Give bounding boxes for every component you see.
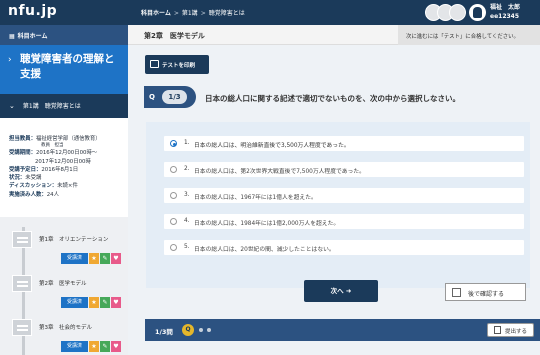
radio-icon[interactable] <box>170 192 177 199</box>
period-label: 受講期間： <box>9 150 36 157</box>
schedule-label: 受講予定日： <box>9 166 42 173</box>
radio-selected-icon[interactable] <box>170 140 177 147</box>
status-label: 状況： <box>9 175 26 182</box>
students-value: 24人 <box>46 191 60 198</box>
option-number: 3. <box>184 192 190 198</box>
chapter-label: 第3章 社会的モデル <box>39 325 92 331</box>
chevron-right-icon: › <box>8 55 12 65</box>
user-name: 福祉 太郎 <box>490 4 521 11</box>
option-number: 4. <box>184 218 190 224</box>
print-test-button[interactable]: テストを印刷 <box>145 55 209 74</box>
answer-option-2[interactable]: 2. 日本の総人口は、第2次世界大戦直後で7,500万人程度であった。 <box>164 162 524 177</box>
review-later-toggle[interactable]: 後で確認する <box>445 283 526 301</box>
option-text: 日本の総人口は、20世紀の間、減少したことはない。 <box>194 247 335 253</box>
option-text: 日本の総人口は、第2次世界大戦直後で7,500万人程度であった。 <box>194 169 365 175</box>
current-question-dot[interactable]: Q <box>182 324 194 336</box>
review-later-label: 後で確認する <box>468 291 505 298</box>
discussion-value[interactable]: 未読×件 <box>57 183 78 189</box>
sidebar: ▦ 科目ホーム › 聴覚障害者の理解と支援 ⌄ 第1講 聴覚障害とは 担当教員：福祉… <box>0 25 128 355</box>
question-tag: Q 1/3 <box>144 86 196 108</box>
star-icon[interactable]: ★ <box>89 297 99 308</box>
question-dot-2[interactable] <box>199 328 203 332</box>
question-progress: 1/3問 <box>155 328 173 336</box>
sidebar-home-label: 科目ホーム <box>17 33 48 40</box>
students-label: 実施済み人数： <box>9 191 47 198</box>
print-icon <box>150 60 159 68</box>
answer-option-4[interactable]: 4. 日本の総人口は、1984年には1億2,000万人を超えた。 <box>164 214 524 229</box>
course-meta: 担当教員：福祉経営学部（通信教育） 教員 担当 受講期間：2016年12月00日… <box>9 135 127 199</box>
submit-icon <box>494 326 501 334</box>
question-navigator: 1/3問 Q 提出する <box>145 319 540 341</box>
chapter-label: 第1章 オリエンテーション <box>39 237 109 243</box>
completed-badge: 受講済 <box>61 297 88 308</box>
chapter-timeline: 第1章 オリエンテーション 受講済 ★ ✎ ♥ 第2章 医学モデル 受講済 ★ … <box>0 217 128 355</box>
radio-icon[interactable] <box>170 244 177 251</box>
option-text: 日本の総人口は、明治維新直後で3,500万人程度であった。 <box>194 143 350 149</box>
completed-badge: 受講済 <box>61 253 88 264</box>
question-dot-3[interactable] <box>207 328 211 332</box>
option-number: 2. <box>184 166 190 172</box>
course-title: 聴覚障害者の理解と支援 <box>20 53 115 80</box>
question-q-label: Q <box>149 93 155 101</box>
heart-icon[interactable]: ♥ <box>111 253 121 264</box>
option-number: 1. <box>184 140 190 146</box>
teacher-value: 福祉経営学部（通信教育） <box>35 136 101 142</box>
option-text: 日本の総人口は、1967年には1億人を超えた。 <box>194 195 317 201</box>
period-value-end: 2017年12月00日00時 <box>35 158 91 165</box>
heart-icon[interactable]: ♥ <box>111 297 121 308</box>
home-icon: ▦ <box>9 33 15 40</box>
user-id: ee12345 <box>490 13 520 20</box>
chapter-label: 第2章 医学モデル <box>39 281 87 287</box>
main-content: 第2章 医学モデル 次に進むには「テスト」に合格してください。 テストを印刷 Q… <box>128 25 540 355</box>
question-counter: 1/3 <box>162 90 187 104</box>
schedule-value: 2016年8月1日 <box>41 166 79 173</box>
top-bar: nfu.jp 科目ホーム > 第1講 > 聴覚障害とは 福祉 太郎 ee12345 <box>0 0 540 25</box>
discussion-label: ディスカッション： <box>9 183 58 190</box>
next-button[interactable]: 次へ ➜ <box>304 280 378 302</box>
star-icon[interactable]: ★ <box>89 253 99 264</box>
radio-icon[interactable] <box>170 218 177 225</box>
chapter-icon <box>12 319 32 336</box>
shortcut-3-icon[interactable] <box>449 4 466 21</box>
edit-icon[interactable]: ✎ <box>100 253 110 264</box>
edit-icon[interactable]: ✎ <box>100 341 110 352</box>
submit-button-label: 提出する <box>505 329 528 335</box>
breadcrumb-course-home[interactable]: 科目ホーム <box>141 10 171 17</box>
answer-option-1[interactable]: 1. 日本の総人口は、明治維新直後で3,500万人程度であった。 <box>164 136 524 151</box>
chapter-title: 第2章 医学モデル <box>144 32 205 40</box>
option-text: 日本の総人口は、1984年には1億2,000万人を超えた。 <box>194 221 340 227</box>
answer-options: 1. 日本の総人口は、明治維新直後で3,500万人程度であった。 2. 日本の総… <box>146 122 530 288</box>
print-button-label: テストを印刷 <box>162 63 196 69</box>
breadcrumb-lesson[interactable]: 第1講 <box>182 10 198 17</box>
progress-notice: 次に進むには「テスト」に合格してください。 <box>398 25 540 45</box>
teacher-label: 担当教員： <box>9 136 36 142</box>
completed-badge: 受講済 <box>61 341 88 352</box>
checkbox-icon[interactable] <box>452 288 461 297</box>
user-avatar[interactable] <box>469 4 486 21</box>
chapter-header: 第2章 医学モデル 次に進むには「テスト」に合格してください。 <box>128 25 540 45</box>
chapter-icon <box>12 231 32 248</box>
toolbar-shortcuts <box>425 4 466 21</box>
sidebar-current-lesson[interactable]: ⌄ 第1講 聴覚障害とは <box>0 94 128 118</box>
submit-button[interactable]: 提出する <box>487 323 534 337</box>
answer-option-3[interactable]: 3. 日本の総人口は、1967年には1億人を超えた。 <box>164 188 524 203</box>
option-number: 5. <box>184 244 190 250</box>
lesson-title: 第1講 聴覚障害とは <box>22 103 81 110</box>
heart-icon[interactable]: ♥ <box>111 341 121 352</box>
brand-logo[interactable]: nfu.jp <box>8 3 57 19</box>
chevron-down-icon: ⌄ <box>9 102 15 110</box>
answer-option-5[interactable]: 5. 日本の総人口は、20世紀の間、減少したことはない。 <box>164 240 524 255</box>
breadcrumb-current: 聴覚障害とは <box>208 10 245 17</box>
breadcrumb: 科目ホーム > 第1講 > 聴覚障害とは <box>141 10 245 17</box>
period-value: 2016年12月00日00時〜 <box>35 150 98 157</box>
question-text: 日本の総人口に関する記述で適切でないものを、次の中から選択しなさい。 <box>205 94 460 103</box>
radio-icon[interactable] <box>170 166 177 173</box>
sidebar-course-home[interactable]: ▦ 科目ホーム <box>0 25 128 45</box>
user-info[interactable]: 福祉 太郎 ee12345 <box>490 3 520 21</box>
status-value: 未受講 <box>25 175 42 182</box>
star-icon[interactable]: ★ <box>89 341 99 352</box>
edit-icon[interactable]: ✎ <box>100 297 110 308</box>
chapter-icon <box>12 275 32 292</box>
